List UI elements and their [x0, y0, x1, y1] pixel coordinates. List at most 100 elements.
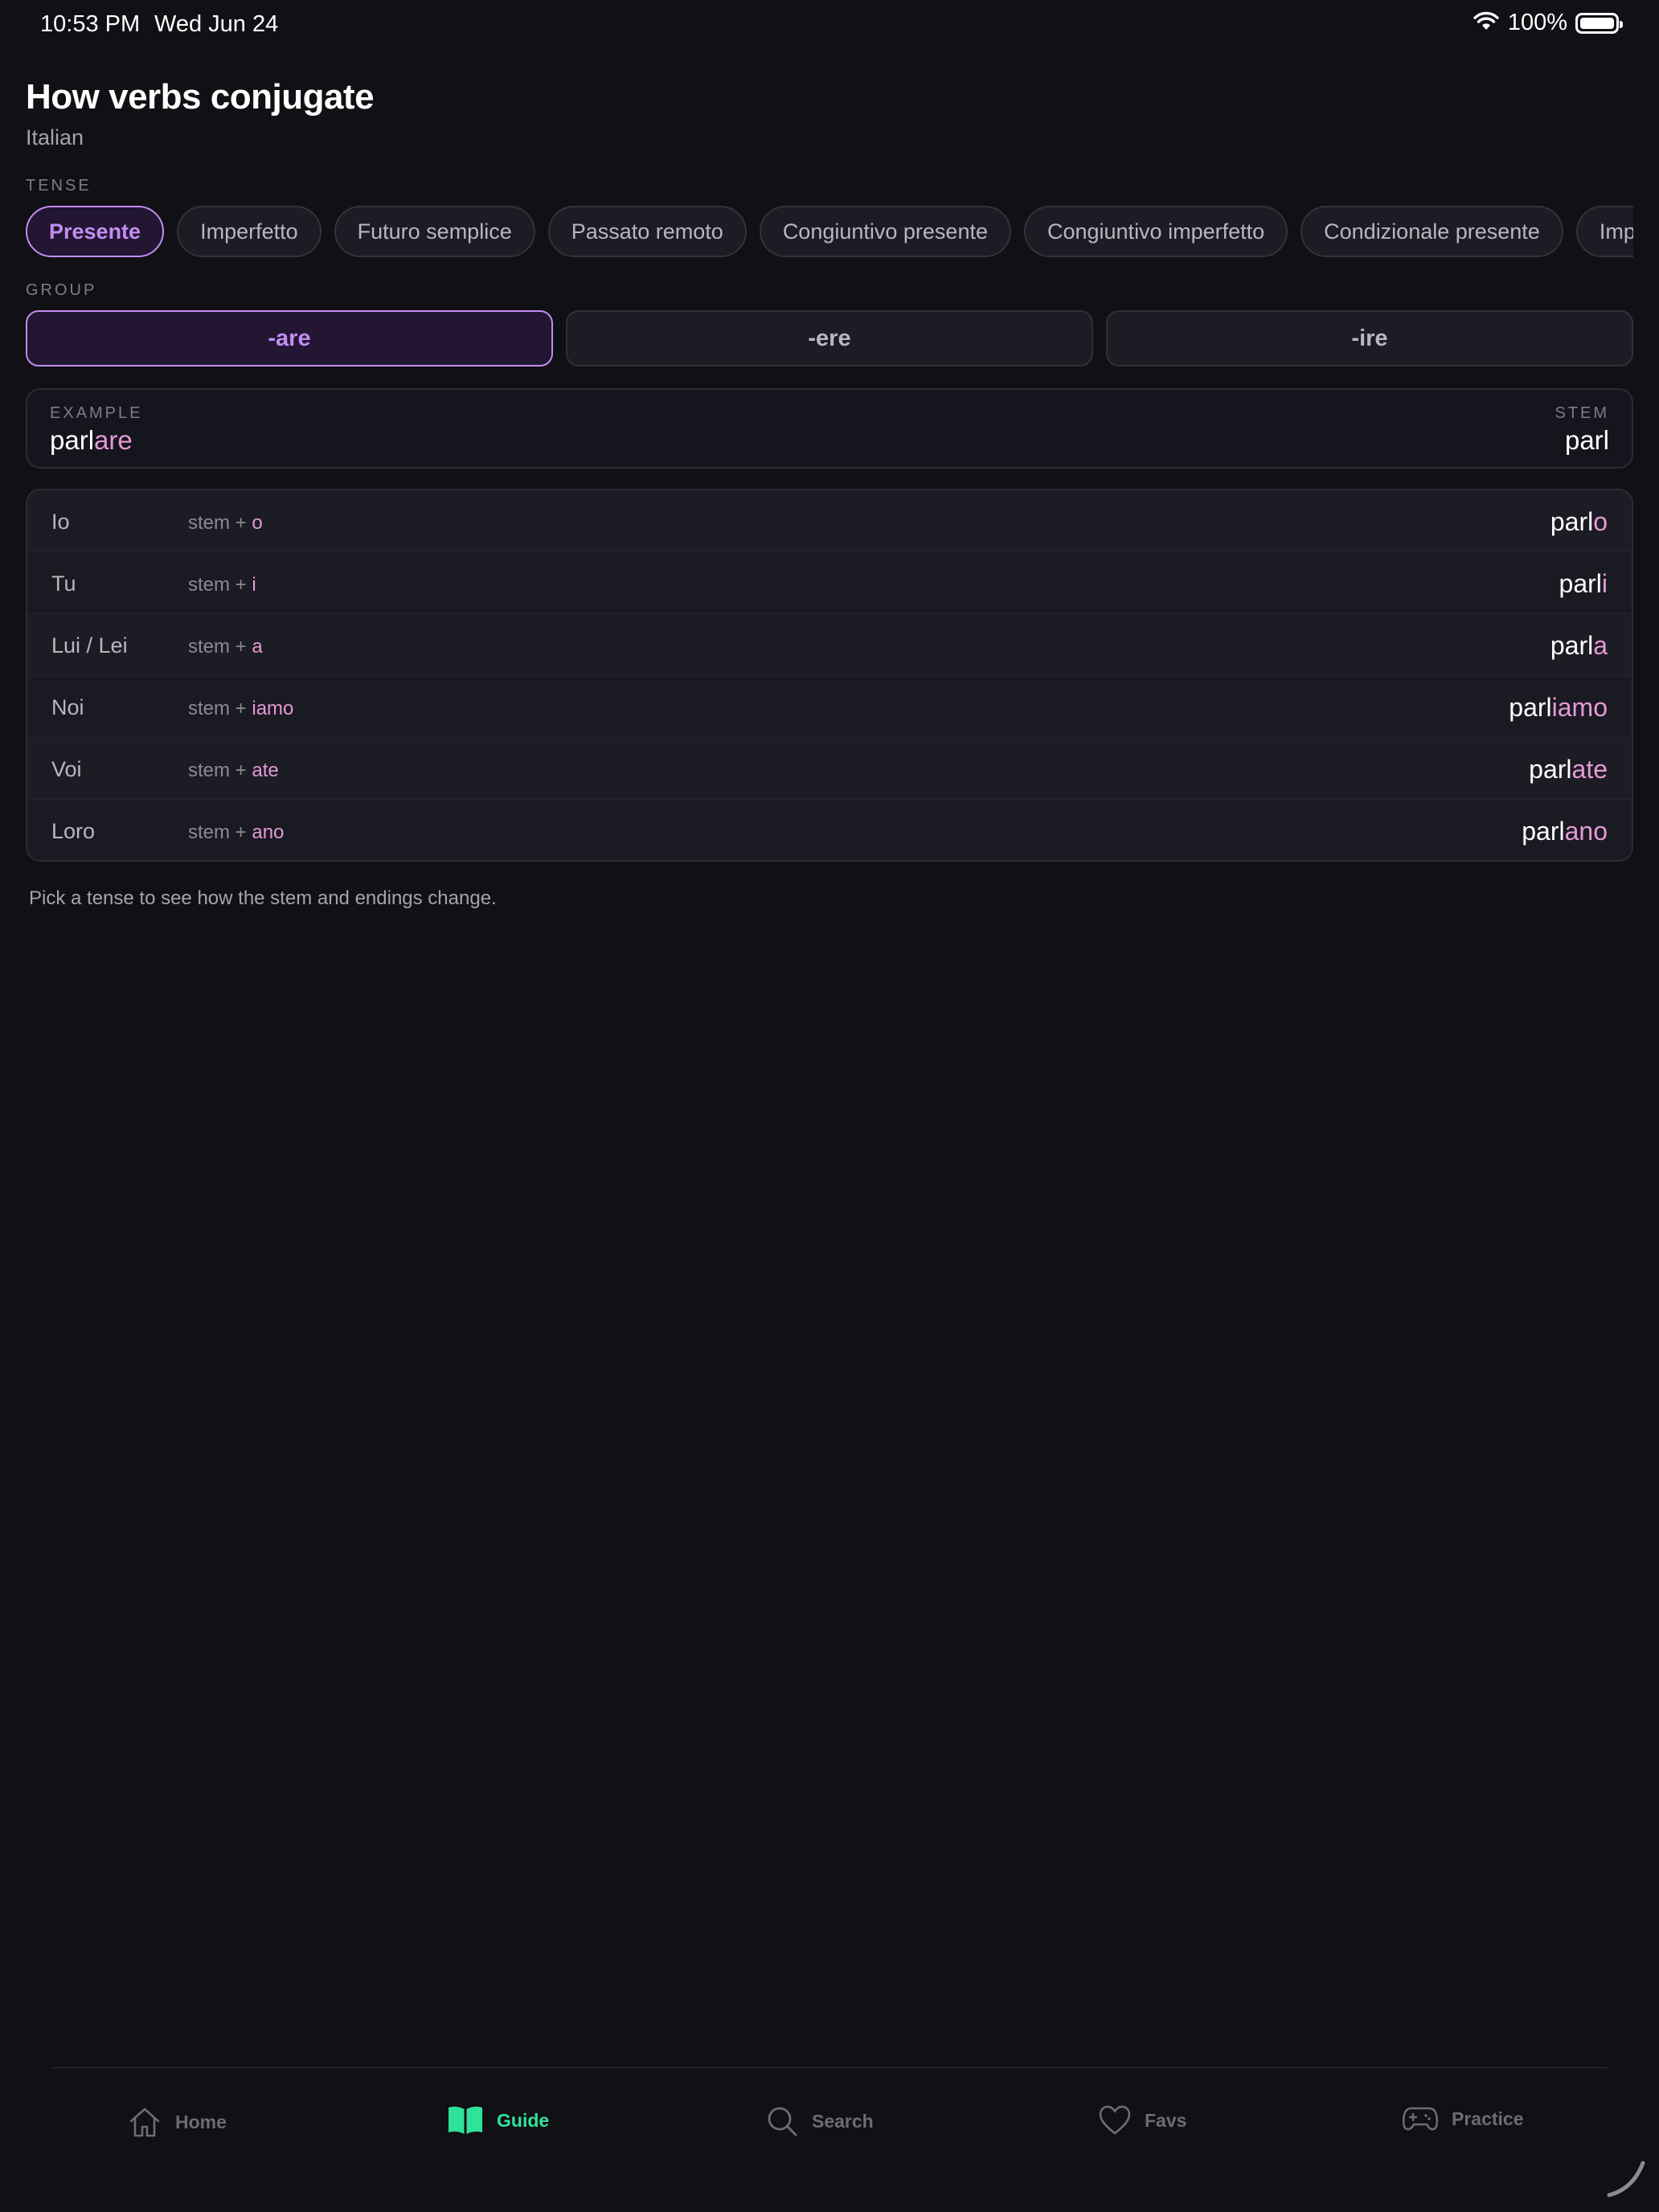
form-ending: iamo: [1551, 693, 1608, 722]
tense-chip-condizionale-presente[interactable]: Condizionale presente: [1301, 206, 1563, 257]
tab-bar: Home Guide Search Favs Practice: [0, 2069, 1659, 2169]
pronoun: Tu: [51, 571, 76, 596]
form-stem: parl: [1550, 631, 1594, 660]
battery-percentage: 100%: [1507, 10, 1567, 35]
form-stem: parl: [1529, 755, 1572, 784]
form-ending: ano: [1564, 817, 1608, 846]
wifi-icon: [1473, 10, 1500, 35]
group-button-are[interactable]: -are: [26, 310, 553, 367]
rule-ending: i: [252, 574, 256, 596]
rule-ending: ate: [252, 760, 279, 781]
conjugated-form: parlate: [1529, 755, 1608, 784]
tense-chip-imperativo[interactable]: Imperativo: [1575, 206, 1633, 257]
pronoun: Loro: [51, 819, 96, 843]
rule-ending: o: [252, 512, 263, 534]
rule-prefix: stem +: [188, 698, 252, 719]
ending-rule: stem + ate: [188, 760, 279, 782]
tense-chip-passato-remoto[interactable]: Passato remoto: [547, 206, 747, 257]
stem-label: STEM: [1555, 404, 1609, 422]
tab-home[interactable]: Home: [127, 2104, 227, 2140]
tab-practice-label: Practice: [1452, 2108, 1524, 2129]
conjugated-form: parliamo: [1509, 693, 1608, 723]
conjugation-guide-screen: 10:53 PM Wed Jun 24 100% How verbs conju…: [0, 0, 1659, 2212]
example-verb: parlare: [50, 425, 133, 456]
conjugated-form: parli: [1559, 569, 1608, 599]
example-verb-stem: parl: [50, 425, 95, 455]
gamepad-icon: [1402, 2104, 1439, 2133]
ending-rule: stem + ano: [188, 821, 284, 844]
rule-prefix: stem +: [188, 760, 252, 781]
search-icon: [765, 2104, 799, 2138]
tab-guide-label: Guide: [497, 2109, 550, 2131]
home-icon: [127, 2104, 162, 2140]
heart-icon: [1098, 2104, 1132, 2136]
conjugation-row: Io stem + o parlo: [27, 490, 1632, 552]
tab-guide[interactable]: Guide: [447, 2104, 549, 2136]
conjugation-row: Tu stem + i parli: [27, 552, 1632, 614]
pronoun: Noi: [51, 695, 84, 719]
form-stem: parl: [1522, 817, 1565, 846]
form-ending: a: [1593, 631, 1608, 660]
rule-prefix: stem +: [188, 512, 252, 534]
conjugation-row: Lui / Lei stem + a parla: [27, 614, 1632, 676]
tense-section-label: TENSE: [26, 177, 92, 195]
status-indicators: 100%: [1473, 10, 1623, 36]
tense-chip-presente[interactable]: Presente: [26, 206, 165, 257]
tense-chip-imperfetto[interactable]: Imperfetto: [177, 206, 322, 257]
rule-ending: iamo: [252, 698, 294, 719]
language-subtitle: Italian: [26, 125, 84, 150]
example-label: EXAMPLE: [50, 404, 143, 422]
form-ending: o: [1593, 507, 1608, 536]
form-stem: parl: [1550, 507, 1594, 536]
ending-rule: stem + iamo: [188, 698, 293, 720]
status-bar: 10:53 PM Wed Jun 24 100%: [0, 0, 1659, 53]
tab-search-label: Search: [812, 2110, 874, 2132]
form-ending: i: [1601, 569, 1608, 598]
example-card: EXAMPLE parlare STEM parl: [26, 388, 1633, 469]
rule-prefix: stem +: [188, 636, 252, 657]
pronoun: Voi: [51, 757, 82, 781]
pronoun: Lui / Lei: [51, 633, 128, 657]
form-stem: parl: [1509, 693, 1552, 722]
hint-text: Pick a tense to see how the stem and end…: [29, 887, 497, 909]
ending-rule: stem + a: [188, 636, 263, 658]
form-stem: parl: [1559, 569, 1602, 598]
ending-rule: stem + i: [188, 574, 256, 596]
conjugation-row: Loro stem + ano parlano: [27, 800, 1632, 860]
conjugated-form: parla: [1550, 631, 1608, 661]
group-section-label: GROUP: [26, 281, 97, 299]
battery-icon: [1575, 12, 1623, 34]
pronoun: Io: [51, 510, 70, 534]
stem-value: parl: [1564, 425, 1609, 455]
tab-favs-label: Favs: [1145, 2109, 1187, 2131]
tab-bar-divider: [51, 2067, 1608, 2068]
tense-chip-scroller[interactable]: Presente Imperfetto Futuro semplice Passato…: [26, 206, 1633, 259]
tab-home-label: Home: [175, 2111, 227, 2132]
rule-ending: a: [252, 636, 263, 657]
conjugation-row: Voi stem + ate parlate: [27, 738, 1632, 800]
tense-chip-congiuntivo-presente[interactable]: Congiuntivo presente: [759, 206, 1011, 257]
example-verb-ending: are: [94, 425, 133, 455]
conjugated-form: parlano: [1522, 817, 1608, 846]
ending-rule: stem + o: [188, 512, 263, 535]
rule-ending: ano: [252, 821, 285, 843]
form-ending: ate: [1571, 755, 1608, 784]
page-title: How verbs conjugate: [26, 77, 375, 117]
home-indicator-corner: [1604, 2157, 1648, 2204]
group-button-ere[interactable]: -ere: [566, 310, 1093, 367]
status-time: 10:53 PM: [40, 11, 141, 37]
group-segmented-control: -are -ere -ire: [26, 310, 1633, 367]
rule-prefix: stem +: [188, 821, 252, 843]
tense-chip-futuro-semplice[interactable]: Futuro semplice: [334, 206, 535, 257]
conjugated-form: parlo: [1550, 507, 1608, 537]
conjugation-table: Io stem + o parlo Tu stem + i parli Lui / Lei s…: [26, 489, 1633, 862]
status-date: Wed Jun 24: [154, 11, 279, 37]
tab-favs[interactable]: Favs: [1098, 2104, 1186, 2136]
tab-search[interactable]: Search: [765, 2104, 874, 2138]
rule-prefix: stem +: [188, 574, 252, 596]
book-icon: [447, 2104, 484, 2136]
tense-chip-congiuntivo-imperfetto[interactable]: Congiuntivo imperfetto: [1023, 206, 1288, 257]
group-button-ire[interactable]: -ire: [1106, 310, 1633, 367]
tab-practice[interactable]: Practice: [1402, 2104, 1524, 2133]
conjugation-row: Noi stem + iamo parliamo: [27, 676, 1632, 738]
